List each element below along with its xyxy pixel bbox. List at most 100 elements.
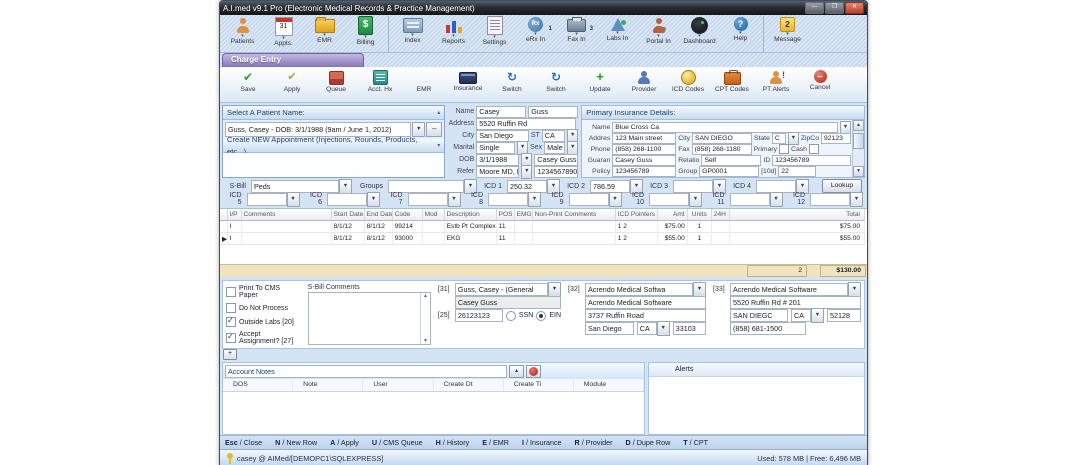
notes-column-header[interactable]: DOS [223, 379, 293, 391]
icd-field[interactable] [649, 193, 689, 206]
icd-field[interactable] [488, 193, 528, 206]
notes-column-header[interactable]: Create Ti [504, 379, 574, 391]
last-name-field[interactable]: Guss [528, 106, 578, 118]
ins-phone-field[interactable]: (858) 268-1100 [612, 144, 676, 155]
charge-toolbar-button[interactable]: Switch [534, 69, 578, 102]
main-toolbar-item[interactable]: ▾ Dashboard [679, 16, 720, 52]
grid-column-header[interactable]: Start Date [331, 209, 364, 221]
icd-field[interactable] [810, 193, 850, 206]
charge-toolbar-button[interactable]: Provider [622, 69, 666, 102]
ins-name-field[interactable]: Blue Cross Ca [612, 122, 838, 133]
grid-column-header[interactable]: EMG [514, 209, 532, 221]
ins-id-field[interactable]: 123456789 [772, 155, 851, 166]
grid-column-header[interactable]: 24H [711, 209, 729, 221]
expand-icon[interactable]: ▾ [437, 140, 440, 152]
charge-toolbar-button[interactable]: Cancel [798, 69, 842, 102]
ins-city-field[interactable]: SAN DIEGO [692, 133, 752, 144]
box33-combo[interactable]: Acrendo Medical Software [730, 283, 848, 296]
grid-column-header[interactable]: Description [444, 209, 496, 221]
checkbox[interactable] [226, 317, 236, 327]
scroll-thumb[interactable] [853, 133, 864, 149]
ins-state-field[interactable]: C [772, 133, 786, 144]
refer-dropdown-button[interactable]: ▼ [521, 165, 532, 179]
icd-dropdown-button[interactable]: ▼ [448, 192, 461, 207]
main-toolbar-item[interactable]: ▾ EMR [304, 16, 345, 52]
box33-city-field[interactable]: SAN DIEGC [730, 309, 788, 322]
refer-field[interactable]: Moore MD, I [476, 166, 519, 178]
box32-state-field[interactable]: CA [637, 322, 657, 335]
charge-toolbar-button[interactable]: Apply [270, 69, 314, 102]
box25-tin-field[interactable]: 26123123 [455, 309, 503, 322]
box33-phone-field[interactable]: (858) 681-1500 [730, 322, 806, 335]
grid-column-header[interactable]: I/P [227, 209, 241, 221]
sbill-comments-scrollbar[interactable]: ▲▼ [420, 293, 430, 344]
main-toolbar-item[interactable]: ▾ Fax In 3 [556, 16, 597, 52]
icd-field[interactable] [327, 193, 367, 206]
scroll-down-icon[interactable]: ▼ [423, 338, 428, 344]
box32-dropdown-button[interactable]: ▼ [693, 282, 706, 297]
guarantor-name-field[interactable]: Casey Guss [534, 154, 578, 166]
phone-field[interactable]: 1234567890 [534, 166, 578, 178]
ins-10d-field[interactable]: 22 [778, 166, 816, 177]
scroll-up-icon[interactable]: ▲ [853, 120, 864, 131]
dob-field[interactable]: 3/1/1988 [476, 154, 519, 166]
charge-toolbar-button[interactable]: Switch [490, 69, 534, 102]
cash-checkbox[interactable] [809, 144, 819, 154]
main-toolbar-item[interactable]: ▾ Billing [345, 16, 389, 52]
icd-dropdown-button[interactable]: ▼ [609, 192, 622, 207]
icd-field[interactable] [408, 193, 448, 206]
charge-row[interactable]: I 8/1/12 8/1/12 99214 Estb Pt Complex 11… [220, 221, 865, 233]
scroll-down-icon[interactable]: ▼ [853, 166, 864, 177]
ssn-radio[interactable] [506, 311, 516, 321]
ins-state-dropdown-button[interactable]: ▼ [788, 132, 799, 145]
main-toolbar-item[interactable]: ▾ Message [767, 16, 808, 52]
state-field[interactable]: CA [542, 130, 565, 142]
notes-column-header[interactable]: Create Dt [434, 379, 504, 391]
ins-address-field[interactable]: 123 Main street [612, 133, 676, 144]
box32-city-field[interactable]: San Diego [585, 322, 634, 335]
notes-column-header[interactable]: Note [293, 379, 363, 391]
grid-column-header[interactable]: Code [392, 209, 422, 221]
grid-column-header[interactable]: Comments [241, 209, 331, 221]
icd-dropdown-button[interactable]: ▼ [367, 192, 380, 207]
collapse-icon[interactable]: ▴ [437, 107, 440, 119]
ins-relation-field[interactable]: Self [701, 155, 761, 166]
box31-name-field[interactable]: Casey Guss [455, 296, 561, 309]
checkbox-row[interactable]: Outside Labs [20] [226, 317, 301, 327]
sex-dropdown-button[interactable]: ▼ [567, 141, 578, 155]
ins-group-field[interactable]: GP0001 [699, 166, 759, 177]
checkbox[interactable] [226, 287, 236, 297]
ins-policy-field[interactable]: 123456789 [612, 166, 676, 177]
delete-note-button[interactable] [526, 365, 541, 378]
checkbox-row[interactable]: Accept Assignment? [27] [226, 331, 301, 345]
main-toolbar-item[interactable]: ▾ Index [392, 16, 433, 52]
box33-zip-field[interactable]: 52128 [827, 309, 861, 322]
patient-select-header[interactable]: Select A Patient Name: ▴ [223, 106, 444, 120]
primary-checkbox[interactable] [779, 144, 789, 154]
icd-dropdown-button[interactable]: ▼ [770, 192, 783, 207]
grid-column-header[interactable] [220, 209, 227, 221]
first-name-field[interactable]: Casey [476, 106, 526, 118]
charge-row[interactable]: ▶ I 8/1/12 8/1/12 93000 EKG 11 1 2 $55.0… [220, 233, 865, 245]
box32-state-dropdown-button[interactable]: ▼ [657, 321, 670, 336]
checkbox-row[interactable]: Do Not Process [226, 303, 301, 313]
box31-dropdown-button[interactable]: ▼ [548, 282, 561, 297]
charge-toolbar-button[interactable]: Acct. Hx [358, 69, 402, 102]
expand-button[interactable]: + [223, 349, 237, 360]
account-notes-body[interactable] [223, 392, 644, 434]
address-field[interactable]: 5520 Ruffin Rd [476, 118, 576, 130]
charge-toolbar-button[interactable]: CPT Codes [710, 69, 754, 102]
notes-column-header[interactable]: Module [574, 379, 644, 391]
ins-zip-field[interactable]: 92123 [821, 133, 851, 144]
box32-zip-field[interactable]: 33103 [673, 322, 706, 335]
main-toolbar-item[interactable]: ▾ eRx In 1 [515, 16, 556, 52]
insurance-scrollbar[interactable]: ▲ ▼ [852, 120, 864, 177]
main-toolbar-item[interactable]: ▾ Portal In [638, 16, 679, 52]
add-note-button[interactable]: ▴ [509, 365, 524, 378]
new-appointment-header[interactable]: Create NEW Appointment (Injections, Roun… [223, 139, 444, 153]
icd-dropdown-button[interactable]: ▼ [287, 192, 300, 207]
tab-charge-entry[interactable]: Charge Entry [222, 53, 364, 67]
charge-toolbar-button[interactable]: EMR [402, 69, 446, 102]
grid-column-header[interactable]: Mod [422, 209, 444, 221]
checkbox-row[interactable]: Print To CMS Paper [226, 285, 301, 299]
